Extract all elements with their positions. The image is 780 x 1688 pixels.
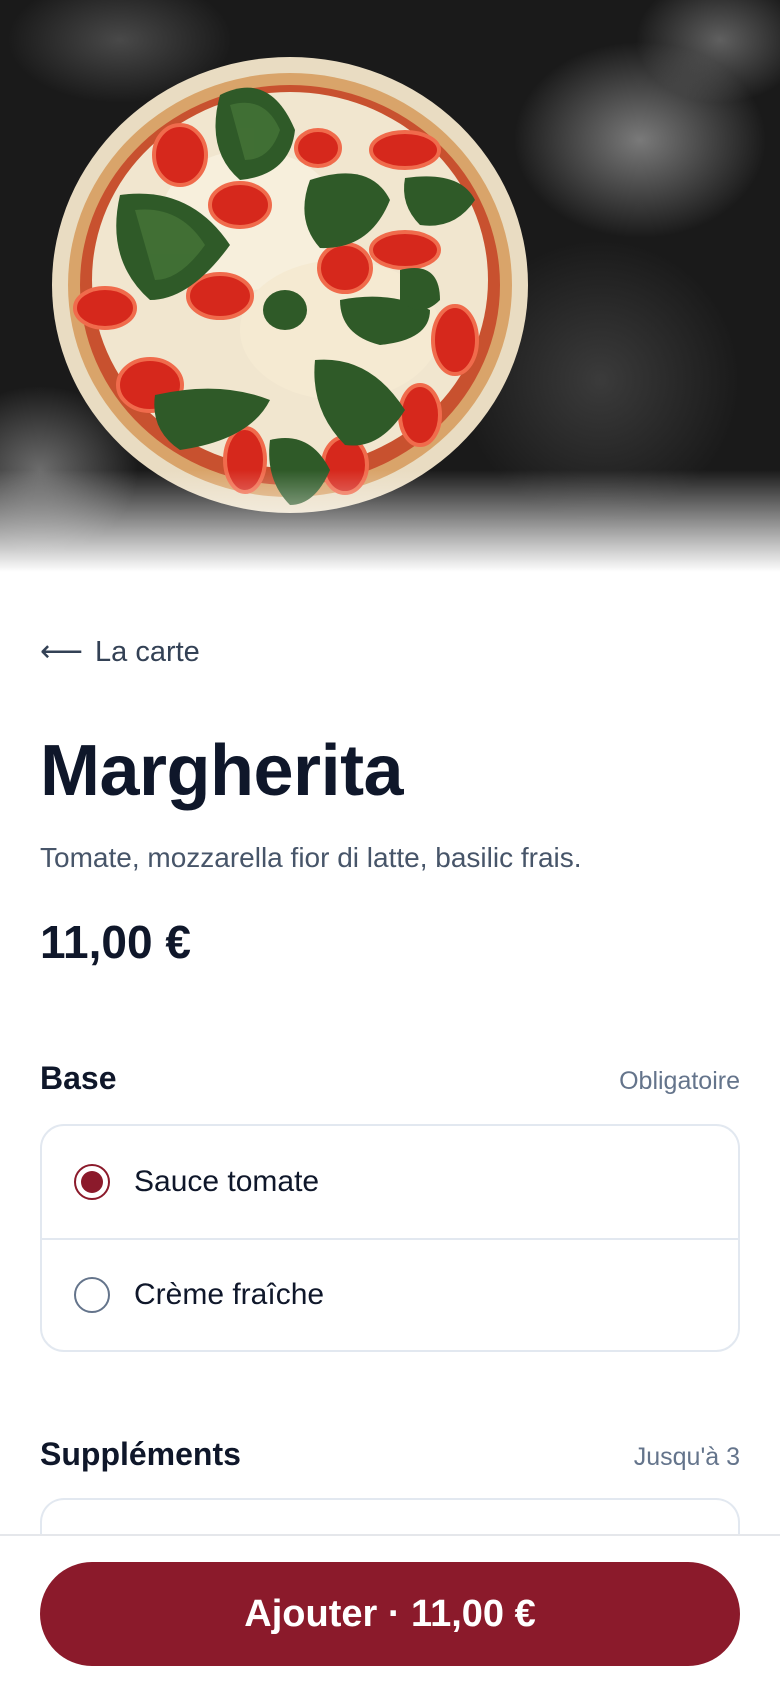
arrow-left-icon: ⟵: [40, 635, 84, 668]
radio-unchecked-icon[interactable]: [74, 1277, 110, 1313]
add-to-cart-button[interactable]: Ajouter · 11,00 €: [40, 1562, 740, 1666]
base-option-creme-fraiche[interactable]: Crème fraîche: [42, 1238, 738, 1350]
base-option-sauce-tomate[interactable]: Sauce tomate: [42, 1126, 738, 1238]
option-label: Sauce tomate: [134, 1165, 320, 1198]
supplements-section-header: Suppléments Jusqu'à 3: [40, 1436, 740, 1473]
base-section-header: Base Obligatoire: [40, 1060, 740, 1097]
base-options: Sauce tomate Crème fraîche: [40, 1124, 740, 1352]
option-label: Crème fraîche: [134, 1278, 325, 1311]
base-section-title: Base: [40, 1060, 117, 1096]
supplements-section-title: Suppléments: [40, 1436, 241, 1472]
base-section-hint: Obligatoire: [619, 1067, 740, 1095]
hero-image: [0, 0, 780, 590]
radio-checked-icon[interactable]: [74, 1164, 110, 1200]
product-price: 11,00 €: [40, 916, 191, 968]
back-link-label: La carte: [95, 635, 200, 668]
product-title: Margherita: [40, 731, 404, 811]
product-description: Tomate, mozzarella fior di latte, basili…: [40, 842, 582, 873]
back-link[interactable]: ⟵ La carte: [40, 630, 200, 674]
supplements-section-hint: Jusqu'à 3: [633, 1443, 740, 1471]
bottom-action-bar: Ajouter · 11,00 €: [0, 1534, 780, 1688]
